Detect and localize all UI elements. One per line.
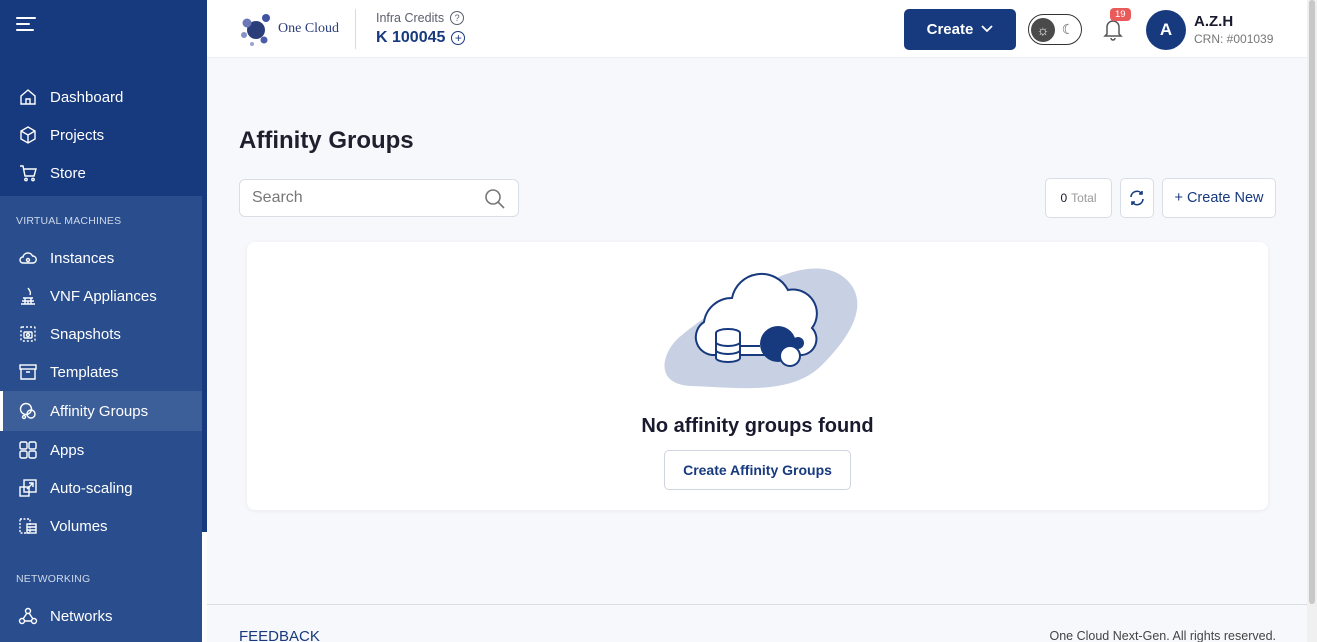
total-label: Total — [1071, 191, 1097, 205]
sidebar-item-affinity-groups[interactable]: Affinity Groups — [0, 391, 202, 431]
volumes-icon — [18, 516, 38, 536]
sidebar-item-store[interactable]: Store — [0, 154, 202, 192]
refresh-icon — [1130, 190, 1144, 206]
page-scrollbar[interactable] — [1307, 0, 1317, 642]
logo-mark-icon — [241, 14, 270, 46]
sidebar-item-label: Snapshots — [50, 325, 121, 343]
sidebar-item-label: Dashboard — [50, 88, 124, 106]
sidebar-item-vnf-appliances[interactable]: VNF Appliances — [0, 277, 202, 315]
chevron-down-icon — [981, 24, 993, 36]
sidebar-item-dashboard[interactable]: Dashboard — [0, 78, 202, 116]
infra-credits-text: Infra Credits — [376, 11, 445, 25]
empty-state-card: No affinity groups found Create Affinity… — [247, 242, 1268, 510]
cube-icon — [18, 125, 38, 145]
sidebar-item-label: Store — [50, 164, 86, 182]
create-dropdown-button[interactable]: Create — [904, 9, 1016, 50]
help-icon[interactable]: ? — [450, 11, 465, 25]
moon-icon: ☾ — [1061, 21, 1075, 37]
user-crn: CRN: #001039 — [1194, 32, 1274, 46]
sidebar-item-label: Instances — [50, 249, 115, 267]
one-cloud-logo[interactable]: One Cloud — [238, 9, 340, 49]
home-icon — [18, 87, 38, 107]
sidebar: Dashboard Projects Store VIRTUAL MACHINE… — [0, 0, 202, 642]
scale-icon — [18, 478, 38, 498]
cloud-icon — [18, 248, 38, 268]
sidebar-scrollbar[interactable] — [202, 0, 207, 642]
sun-icon: ☼ — [1031, 17, 1055, 42]
create-affinity-groups-button[interactable]: Create Affinity Groups — [664, 450, 851, 490]
notification-badge: 19 — [1110, 8, 1131, 21]
sidebar-networking-section: NETWORKING Networks — [0, 554, 202, 642]
cart-icon — [18, 163, 38, 183]
create-button-label: Create — [926, 21, 974, 38]
sidebar-item-snapshots[interactable]: Snapshots — [0, 315, 202, 353]
add-credits-icon[interactable]: + — [451, 31, 466, 45]
firewall-icon — [18, 286, 38, 306]
sidebar-item-label: VNF Appliances — [50, 287, 157, 305]
sidebar-item-templates[interactable]: Templates — [0, 353, 202, 391]
affinity-icon — [18, 401, 38, 421]
user-name[interactable]: A.Z.H — [1194, 13, 1233, 30]
sidebar-item-label: Volumes — [50, 517, 108, 535]
archive-icon — [18, 362, 38, 382]
logo-text: One Cloud — [278, 21, 340, 36]
sidebar-item-networks[interactable]: Networks — [0, 597, 202, 635]
sidebar-item-label: Templates — [50, 363, 119, 381]
camera-icon — [18, 324, 38, 344]
copyright-text: One Cloud Next-Gen. All rights reserved. — [1049, 629, 1277, 642]
avatar[interactable]: A — [1146, 10, 1186, 50]
feedback-link[interactable]: FEEDBACK — [239, 628, 320, 642]
page-title: Affinity Groups — [239, 127, 414, 154]
sidebar-item-apps[interactable]: Apps — [0, 431, 202, 469]
sidebar-vm-section: VIRTUAL MACHINES Instances VNF Appliance… — [0, 196, 202, 554]
sidebar-item-label: Affinity Groups — [50, 402, 149, 420]
total-count-box: 0 Total — [1045, 178, 1112, 218]
infra-credits-value: K 100045 + — [376, 29, 466, 47]
sidebar-item-instances[interactable]: Instances — [0, 239, 202, 277]
footer: FEEDBACK One Cloud Next-Gen. All rights … — [207, 604, 1307, 642]
sidebar-item-label: Apps — [50, 441, 85, 459]
create-new-button[interactable]: + Create New — [1162, 178, 1276, 218]
sidebar-item-auto-scaling[interactable]: Auto-scaling — [0, 469, 202, 507]
credits-amount: K 100045 — [376, 29, 446, 46]
menu-toggle-icon[interactable] — [16, 17, 36, 33]
sidebar-item-label: Projects — [50, 126, 105, 144]
sidebar-item-label: Networks — [50, 607, 113, 625]
theme-toggle[interactable]: ☼ ☾ — [1028, 14, 1082, 45]
network-icon — [18, 606, 38, 626]
sidebar-item-projects[interactable]: Projects — [0, 116, 202, 154]
refresh-button[interactable] — [1120, 178, 1154, 218]
sidebar-top-group: Dashboard Projects Store — [0, 78, 202, 192]
search-box — [239, 179, 519, 217]
empty-state-message: No affinity groups found — [641, 415, 874, 437]
header-divider — [355, 9, 356, 49]
top-header: One Cloud Infra Credits ? K 100045 + Cre… — [207, 0, 1307, 58]
section-title-networking: NETWORKING — [16, 573, 91, 585]
sidebar-item-volumes[interactable]: Volumes — [0, 507, 202, 545]
search-input[interactable] — [252, 189, 472, 207]
section-title-vm: VIRTUAL MACHINES — [16, 215, 122, 227]
cloud-database-illustration — [664, 268, 858, 389]
infra-credits-label: Infra Credits ? — [376, 11, 465, 25]
apps-grid-icon — [18, 440, 38, 460]
search-icon[interactable] — [484, 188, 506, 210]
sidebar-item-label: Auto-scaling — [50, 479, 133, 497]
total-count: 0 — [1060, 191, 1068, 205]
